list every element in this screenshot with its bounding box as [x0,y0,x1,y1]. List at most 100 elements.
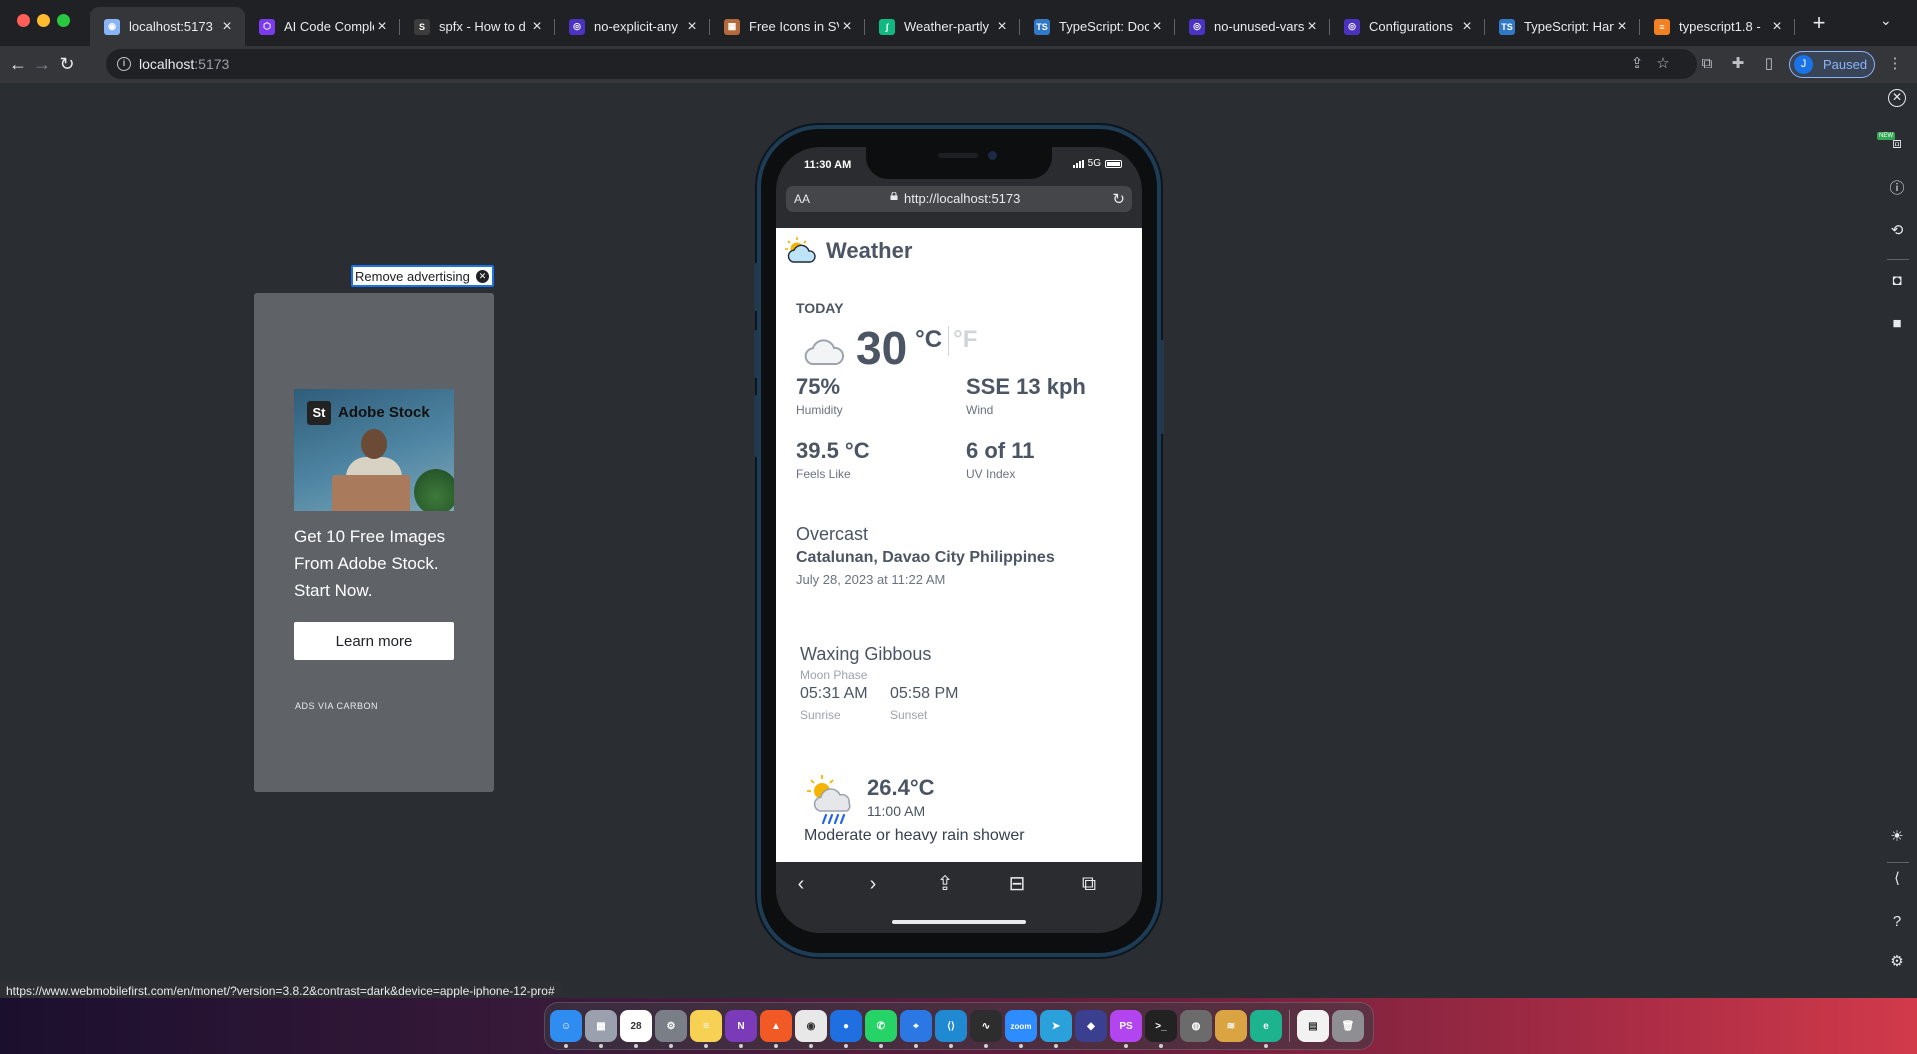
dock-edge-icon[interactable]: e [1250,1010,1282,1048]
phone-notch [866,147,1052,179]
dock-system-preferences-icon[interactable]: ⚙ [655,1010,687,1048]
zoom-window-button[interactable] [57,14,70,27]
ad-image[interactable]: St Adobe Stock [294,389,454,511]
close-tab-icon[interactable]: × [1459,18,1475,36]
browser-tab[interactable]: ◉ localhost:5173 × [90,7,245,46]
minimize-window-button[interactable] [37,14,50,27]
close-tab-icon[interactable]: × [1614,18,1630,36]
extension-icon[interactable]: ⧉ [1698,55,1716,73]
puzzle-extensions-icon[interactable]: ✚ [1729,55,1747,73]
wind-value: SSE 13 kph [966,374,1086,399]
brightness-icon[interactable]: ☀ [1888,828,1906,846]
safari-address-bar[interactable]: AA http://localhost:5173 ↻ [786,186,1132,212]
dock-vscode-icon[interactable]: ⟨⟩ [935,1010,967,1048]
close-icon[interactable]: ✕ [476,270,489,283]
safari-share-icon[interactable]: ⇪ [932,872,958,896]
feels-like-stat: 39.5 °C Feels Like [796,438,870,481]
running-indicator [564,1044,568,1048]
dock-firefox-icon[interactable]: ● [830,1010,862,1048]
dock-activity-monitor-icon[interactable]: ∿ [970,1010,1002,1048]
bookmark-star-icon[interactable]: ☆ [1654,55,1672,73]
dock-terminal-icon[interactable]: >_ [1145,1010,1177,1048]
browser-tab[interactable]: ⬡ AI Code Comple × [245,7,400,46]
close-icon[interactable]: ✕ [1888,89,1906,107]
more-menu-icon[interactable]: ⋮ [1886,55,1904,73]
browser-tab[interactable]: ▦ Free Icons in SV × [710,7,865,46]
rotate-icon[interactable]: ⟲ [1888,222,1906,240]
tab-favicon-icon: ≡ [1654,18,1670,35]
browser-tab[interactable]: Sspfx - How to d × [400,7,555,46]
safari-forward-icon[interactable]: › [860,872,886,896]
dock-telegram-icon[interactable]: ➤ [1040,1010,1072,1048]
browser-tab[interactable]: TS TypeScript: Han × [1485,7,1640,46]
unit-divider [948,326,950,356]
dock-maps-icon[interactable]: ⌖ [900,1010,932,1048]
tab-title: Free Icons in SV [749,19,839,34]
sunset-label: Sunset [890,708,928,722]
profile-button[interactable]: J Paused [1789,51,1875,78]
close-tab-icon[interactable]: × [1149,18,1165,36]
dock-whatsapp-icon[interactable]: ✆ [865,1010,897,1048]
close-window-button[interactable] [17,14,30,27]
video-icon[interactable]: ■ [1888,315,1906,333]
site-info-icon[interactable]: i [117,57,131,71]
dock-trash-icon[interactable]: 🗑 [1332,1010,1364,1042]
settings-gear-icon[interactable]: ⚙ [1888,953,1906,971]
dock-zoom-icon[interactable]: zoom [1005,1010,1037,1048]
celsius-toggle[interactable]: °C [915,326,942,354]
browser-tab[interactable]: ◎ no-unused-vars × [1175,7,1330,46]
close-tab-icon[interactable]: × [1304,18,1320,36]
browser-tab[interactable]: ◎ Configurations × [1330,7,1485,46]
close-tab-icon[interactable]: × [839,18,855,36]
reload-icon[interactable]: ↻ [1112,190,1125,208]
reader-aa-button[interactable]: AA [794,192,810,206]
side-panel-icon[interactable]: ▯ [1760,55,1778,73]
new-tab-button[interactable]: + [1806,10,1832,36]
running-indicator [634,1044,638,1048]
dock-launchpad-icon[interactable]: ▦ [585,1010,617,1048]
help-icon[interactable]: ? [1888,913,1906,931]
browser-tab[interactable]: ∫ Weather-partly × [865,7,1020,46]
close-tab-icon[interactable]: × [374,18,390,36]
ad-headline[interactable]: Get 10 Free Images From Adobe Stock. Sta… [294,523,464,604]
dock-brave-icon[interactable]: ▲ [760,1010,792,1048]
dock-layers-app-icon[interactable]: ◆ [1075,1010,1107,1042]
close-tab-icon[interactable]: × [994,18,1010,36]
dock-chrome-icon[interactable]: ◉ [795,1010,827,1048]
dock-onenote-icon[interactable]: N [725,1010,757,1048]
dock-finder-icon[interactable]: ☺ [550,1010,582,1048]
close-tab-icon[interactable]: × [684,18,700,36]
close-tab-icon[interactable]: × [219,18,235,36]
avatar: J [1794,55,1813,74]
dock-database-app-icon[interactable]: ≋ [1215,1010,1247,1042]
forecast-time: 11:00 AM [867,803,926,819]
close-tab-icon[interactable]: × [1769,18,1785,36]
browser-tab[interactable]: ◎ no-explicit-any × [555,7,710,46]
weather-app: Weather TODAY 30 °C °F 75% Humidity SSE … [776,228,1142,862]
tab-search-icon[interactable]: ⌄ [1880,12,1892,29]
remove-advertising-button[interactable]: Remove advertising ✕ [351,265,494,287]
safari-back-icon[interactable]: ‹ [788,872,814,896]
reload-button[interactable]: ↻ [53,50,81,78]
camera-icon[interactable]: ◘ [1888,272,1906,290]
ads-via-carbon-link[interactable]: ADS VIA CARBON [295,701,378,711]
safari-tabs-icon[interactable]: ⧉ [1076,872,1102,896]
close-tab-icon[interactable]: × [529,18,545,36]
browser-tab[interactable]: TS TypeScript: Doc × [1020,7,1175,46]
address-bar[interactable]: i localhost:5173 ⇪ ☆ [106,49,1697,79]
dock-preview-icon[interactable]: ▤ [1297,1010,1329,1042]
forward-button[interactable]: → [28,50,56,78]
info-icon[interactable]: ⓘ [1888,180,1906,198]
fahrenheit-toggle[interactable]: °F [953,326,977,354]
safari-bookmarks-icon[interactable]: ⊟ [1004,872,1030,896]
dock-notes-icon[interactable]: ≡ [690,1010,722,1048]
learn-more-button[interactable]: Learn more [294,622,454,660]
ad-card[interactable]: St Adobe Stock Get 10 Free Images From A… [254,293,494,792]
browser-tab[interactable]: ≡ typescript1.8 - × [1640,7,1795,46]
dock-phpstorm-icon[interactable]: PS [1110,1010,1142,1048]
share-icon[interactable]: ⟨ [1888,870,1906,888]
dock-calendar-icon[interactable]: 28 [620,1010,652,1048]
dock-disk-app-icon[interactable]: ◍ [1180,1010,1212,1042]
share-icon[interactable]: ⇪ [1628,55,1646,73]
tab-favicon-icon: ◉ [104,18,120,35]
